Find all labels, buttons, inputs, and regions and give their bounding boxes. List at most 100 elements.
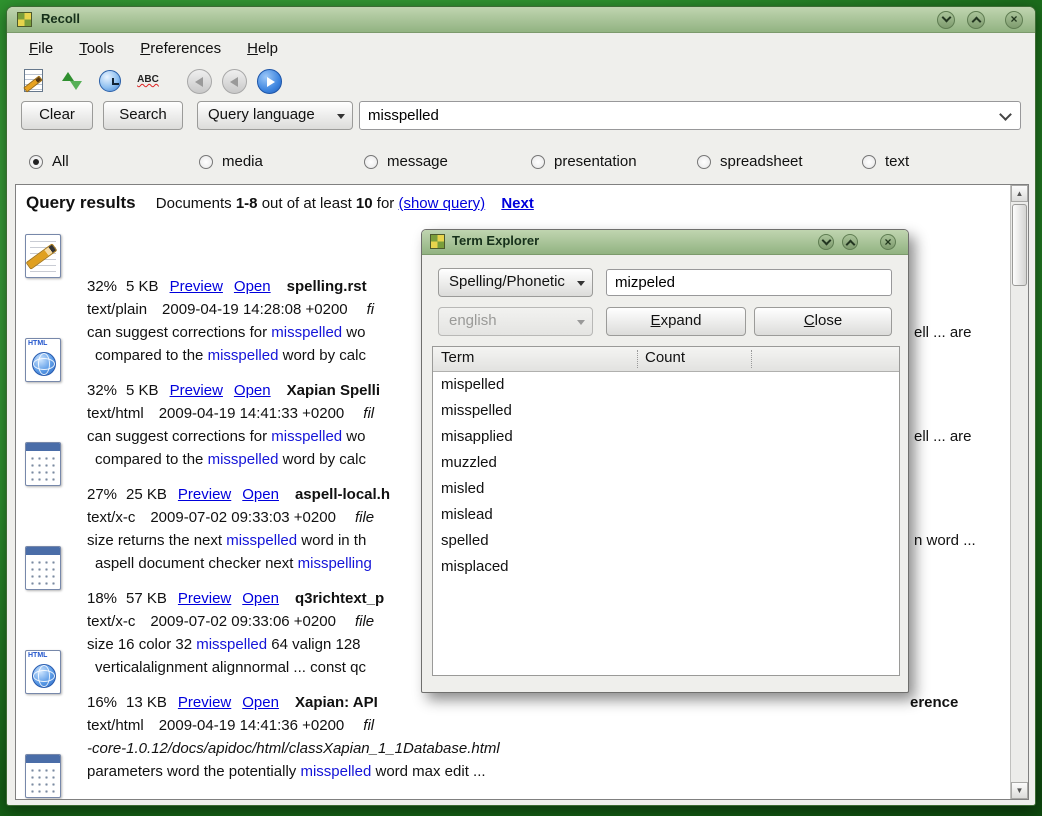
text-plain-icon: [25, 234, 61, 278]
recoll-app-icon: [430, 234, 445, 249]
close-button[interactable]: ×: [1005, 11, 1023, 29]
term-row[interactable]: misapplied: [433, 424, 899, 450]
unshade-button[interactable]: [967, 11, 985, 29]
scroll-down-icon[interactable]: ▼: [1011, 782, 1028, 799]
document-filter-row: All media message presentation spreadshe…: [7, 148, 1035, 180]
result-title: Xapian Spelli: [287, 382, 380, 399]
filter-spreadsheet[interactable]: spreadsheet: [697, 153, 803, 170]
relevance: 32%: [87, 278, 117, 295]
scrollbar-thumb[interactable]: [1012, 204, 1027, 286]
open-link[interactable]: Open: [242, 486, 279, 503]
results-header: Query results Documents 1-8 out of at le…: [26, 193, 1004, 213]
date: 2009-07-02 09:33:03 +0200: [150, 509, 336, 526]
mime-type: text/html: [87, 717, 144, 734]
file-size: 5 KB: [126, 798, 159, 800]
menu-file[interactable]: File: [19, 37, 63, 60]
file-size: 25 KB: [126, 486, 167, 503]
radio-icon: [697, 155, 711, 169]
dialog-title: Term Explorer: [452, 233, 539, 248]
clear-button[interactable]: Clear: [21, 101, 93, 130]
open-link[interactable]: Open: [234, 382, 271, 399]
radio-icon: [199, 155, 213, 169]
filter-message[interactable]: message: [364, 153, 448, 170]
filter-presentation[interactable]: presentation: [531, 153, 637, 170]
close-dialog-button[interactable]: Close: [754, 307, 892, 336]
dialog-unshade-button[interactable]: [842, 234, 858, 250]
term-table: Term Count mispelled misspelled misappli…: [432, 346, 900, 676]
sort-by-date-icon[interactable]: [59, 68, 85, 94]
next-page-link[interactable]: Next: [501, 195, 534, 212]
radio-icon: [862, 155, 876, 169]
file-size: 5 KB: [126, 382, 159, 399]
preview-link[interactable]: Preview: [178, 590, 231, 607]
term-explorer-spell-icon[interactable]: ABC: [135, 68, 161, 94]
html-icon: HTML: [25, 338, 61, 382]
history-dropdown-icon[interactable]: [999, 108, 1012, 121]
term-row[interactable]: mislead: [433, 502, 899, 528]
show-query-link[interactable]: (show query): [398, 195, 485, 212]
filter-text[interactable]: text: [862, 153, 909, 170]
source-code-icon: [25, 754, 61, 798]
query-language-dropdown[interactable]: Query language: [197, 101, 353, 130]
open-link[interactable]: Open: [234, 278, 271, 295]
term-input[interactable]: [606, 269, 892, 296]
date: 2009-04-19 14:41:36 +0200: [159, 717, 345, 734]
search-button[interactable]: Search: [103, 101, 183, 130]
preview-link[interactable]: Preview: [178, 486, 231, 503]
relevance: 32%: [87, 382, 117, 399]
results-scrollbar[interactable]: ▲ ▼: [1010, 185, 1028, 799]
menu-help[interactable]: Help: [237, 37, 288, 60]
result-title: indexer.h: [287, 798, 353, 800]
term-row[interactable]: misspelled: [433, 398, 899, 424]
radio-icon: [29, 155, 43, 169]
globe-icon: [32, 664, 56, 688]
shade-button[interactable]: [937, 11, 955, 29]
results-table-icon[interactable]: [21, 68, 47, 94]
term-row[interactable]: muzzled: [433, 450, 899, 476]
filter-all[interactable]: All: [29, 153, 69, 170]
date: 2009-04-19 14:28:08 +0200: [162, 301, 348, 318]
close-icon: ×: [1010, 12, 1017, 26]
mime-type: text/plain: [87, 301, 147, 318]
column-count[interactable]: Count: [645, 349, 685, 366]
term-row[interactable]: mispelled: [433, 372, 899, 398]
history-clock-icon[interactable]: [97, 68, 123, 94]
term-row[interactable]: misled: [433, 476, 899, 502]
preview-link[interactable]: Preview: [170, 278, 223, 295]
menu-preferences[interactable]: Preferences: [130, 37, 231, 60]
expand-button[interactable]: Expand: [606, 307, 746, 336]
first-page-icon[interactable]: [187, 69, 212, 94]
menubar: File Tools Preferences Help: [7, 34, 1035, 62]
recoll-app-icon: [17, 12, 32, 27]
language-dropdown-disabled[interactable]: english: [438, 307, 593, 336]
scroll-up-icon[interactable]: ▲: [1011, 185, 1028, 202]
html-icon: HTML: [25, 650, 61, 694]
open-link[interactable]: Open: [242, 590, 279, 607]
term-row[interactable]: misplaced: [433, 554, 899, 580]
preview-link[interactable]: Preview: [178, 694, 231, 711]
source-code-icon: [25, 442, 61, 486]
mime-type: text/x-c: [87, 509, 135, 526]
relevance: 18%: [87, 590, 117, 607]
expansion-mode-dropdown[interactable]: Spelling/Phonetic: [438, 268, 593, 297]
file-size: 5 KB: [126, 278, 159, 295]
radio-icon: [364, 155, 378, 169]
term-row[interactable]: spelled: [433, 528, 899, 554]
preview-link[interactable]: Preview: [170, 382, 223, 399]
chevron-up-icon: [845, 240, 855, 250]
menu-tools[interactable]: Tools: [69, 37, 124, 60]
preview-link[interactable]: Preview: [170, 798, 223, 800]
search-query-input[interactable]: [368, 103, 983, 128]
dialog-close-button[interactable]: ×: [880, 234, 896, 250]
open-link[interactable]: Open: [242, 694, 279, 711]
results-heading: Query results: [26, 193, 136, 212]
main-titlebar: Recoll ×: [7, 7, 1035, 33]
next-page-icon[interactable]: [257, 69, 282, 94]
column-term[interactable]: Term: [441, 349, 474, 366]
date: 2009-07-02 09:33:06 +0200: [150, 613, 336, 630]
chevron-up-icon: [971, 17, 981, 27]
open-link[interactable]: Open: [234, 798, 271, 800]
filter-media[interactable]: media: [199, 153, 263, 170]
dialog-shade-button[interactable]: [818, 234, 834, 250]
prev-page-icon[interactable]: [222, 69, 247, 94]
